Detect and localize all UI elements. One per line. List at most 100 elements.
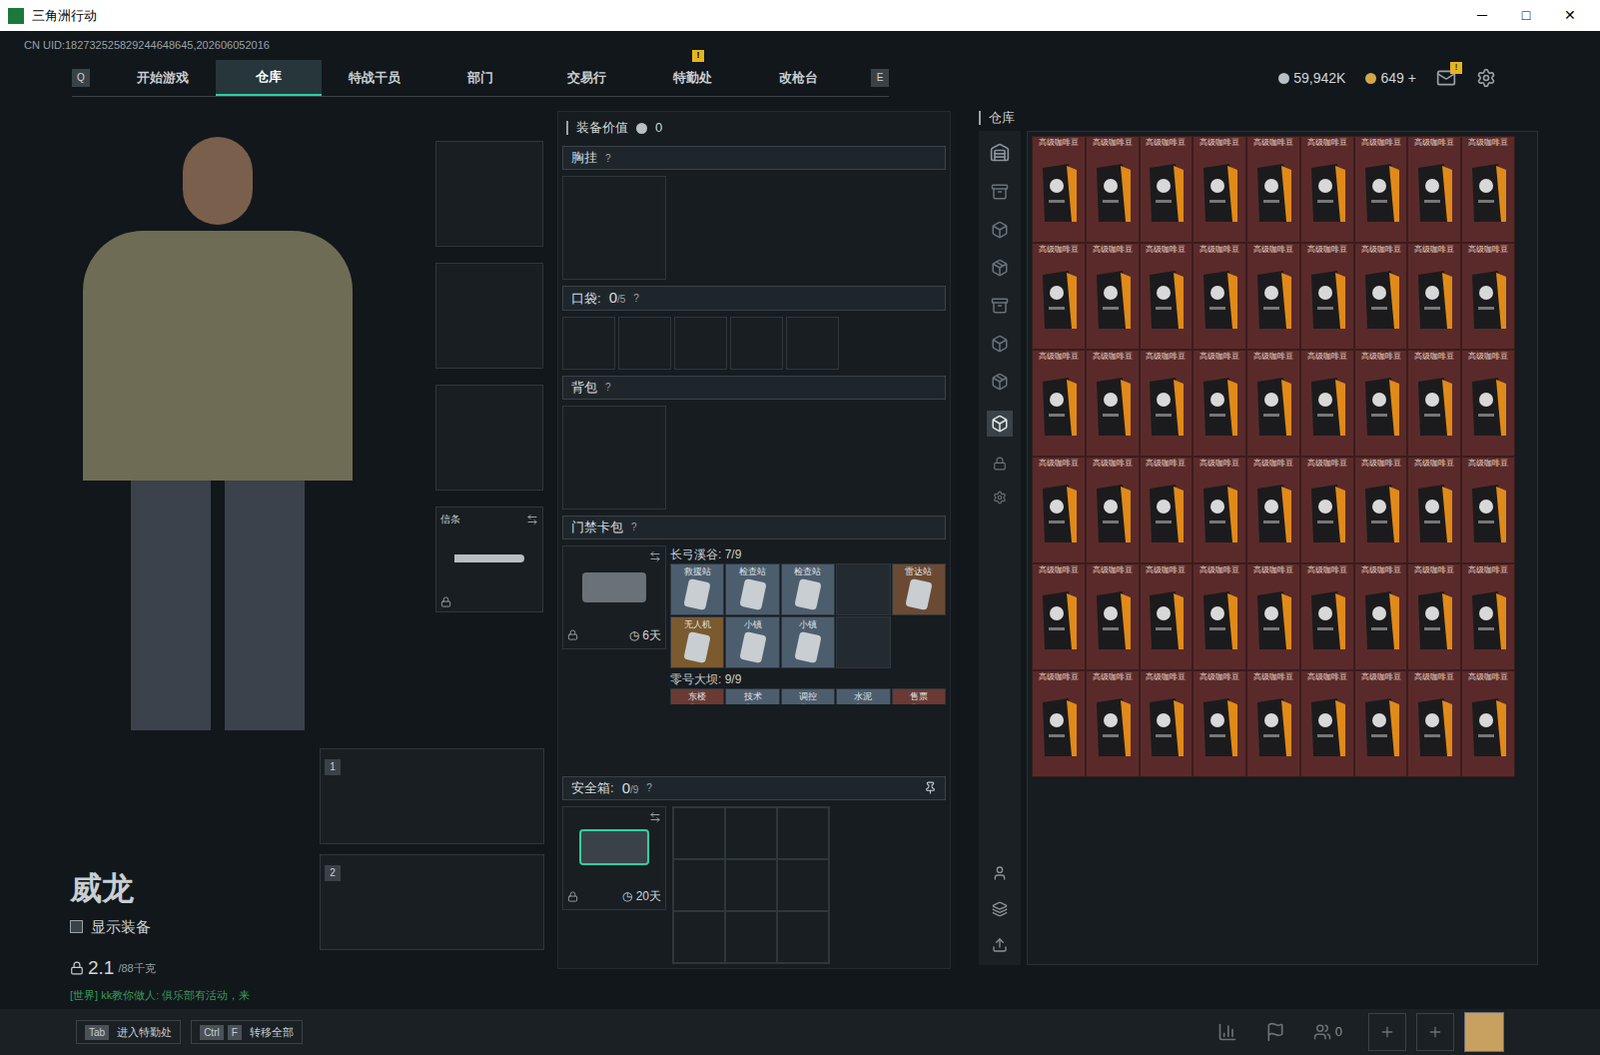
flag-icon[interactable] [1265, 1021, 1286, 1042]
invite-slot[interactable] [1368, 1012, 1407, 1051]
stash-item[interactable]: 高级咖啡豆 [1300, 670, 1355, 778]
nav-tab[interactable]: 开始游戏 [109, 59, 216, 96]
safe-slot[interactable] [673, 910, 726, 963]
stash-item[interactable]: 高级咖啡豆 [1461, 135, 1516, 243]
stash-item[interactable]: 高级咖啡豆 [1300, 349, 1355, 457]
keycard[interactable]: 小镇 [725, 616, 780, 669]
stash-item[interactable]: 高级咖啡豆 [1354, 242, 1409, 350]
keycard[interactable]: 售票 [891, 688, 946, 705]
stash-item[interactable]: 高级咖啡豆 [1407, 563, 1462, 671]
stash-item[interactable]: 高级咖啡豆 [1461, 670, 1516, 778]
archive-icon[interactable] [990, 182, 1009, 201]
keycard[interactable]: 水泥 [835, 688, 890, 705]
keycard[interactable]: 技术 [725, 688, 780, 705]
box-icon[interactable] [990, 334, 1009, 353]
package-icon[interactable] [990, 372, 1009, 391]
stash-item[interactable]: 高级咖啡豆 [1192, 456, 1247, 564]
lock-icon[interactable] [992, 456, 1007, 471]
stash-item[interactable]: 高级咖啡豆 [1139, 563, 1194, 671]
window-control[interactable]: □ [1504, 4, 1549, 26]
safe-slot[interactable] [673, 858, 726, 911]
layers-icon[interactable] [991, 900, 1008, 917]
stash-item[interactable]: 高级咖啡豆 [1461, 563, 1516, 671]
safe-slot[interactable] [725, 910, 778, 963]
safe-slot[interactable] [777, 858, 829, 911]
stash-item[interactable]: 高级咖啡豆 [1192, 349, 1247, 457]
invite-slot[interactable] [1416, 1012, 1455, 1051]
stash-item[interactable]: 高级咖啡豆 [1246, 242, 1301, 350]
hotkey-hint[interactable]: CtrlF转移全部 [190, 1019, 303, 1045]
stash-item[interactable]: 高级咖啡豆 [1407, 135, 1462, 243]
safe-slot[interactable] [777, 806, 829, 859]
keycard[interactable]: 检查站 [781, 563, 835, 616]
hotkey-hint[interactable]: Tab进入特勤处 [75, 1019, 181, 1045]
keycard-case[interactable]: ◷ 6天 [562, 545, 667, 650]
safe-slot[interactable] [725, 806, 778, 859]
primary-weapon-slot[interactable]: 1 [319, 748, 545, 844]
stash-item[interactable]: 高级咖啡豆 [1085, 563, 1140, 671]
stash-item[interactable]: 高级咖啡豆 [1246, 563, 1301, 671]
stash-item[interactable]: 高级咖啡豆 [1139, 242, 1194, 350]
pocket-slot[interactable] [674, 316, 728, 370]
stash-item[interactable]: 高级咖啡豆 [1192, 135, 1247, 243]
stash-item[interactable]: 高级咖啡豆 [1246, 349, 1301, 457]
box-icon[interactable] [990, 220, 1009, 239]
melee-slot[interactable]: 信条 [435, 506, 544, 613]
stash-item[interactable]: 高级咖啡豆 [1354, 670, 1409, 778]
keycard[interactable]: 检查站 [725, 563, 780, 616]
checkbox[interactable] [69, 919, 83, 933]
nav-tab[interactable]: 仓库 [215, 59, 322, 96]
keycard[interactable]: 救援站 [670, 563, 725, 616]
stats-icon[interactable] [1217, 1021, 1238, 1042]
helmet-slot[interactable] [435, 140, 544, 247]
stash-item[interactable]: 高级咖啡豆 [1300, 456, 1355, 564]
swap-icon[interactable] [649, 810, 662, 823]
stash-item[interactable]: 高级咖啡豆 [1354, 563, 1409, 671]
stash-item[interactable]: 高级咖啡豆 [1085, 242, 1140, 350]
stash-item[interactable]: 高级咖啡豆 [1085, 135, 1140, 243]
stash-item[interactable]: 高级咖啡豆 [1407, 456, 1462, 564]
wallet-item[interactable]: 649+ [1365, 67, 1417, 89]
warehouse-icon[interactable] [989, 142, 1010, 163]
show-equipment[interactable]: 显示装备 [69, 915, 320, 939]
swap-icon[interactable] [649, 550, 662, 563]
primary-weapon-slot[interactable]: 2 [319, 853, 545, 950]
stash-item[interactable]: 高级咖啡豆 [1354, 135, 1409, 243]
mail-button[interactable]: ! [1436, 67, 1457, 88]
upload-icon[interactable] [991, 936, 1008, 953]
keycard[interactable]: 调控 [781, 688, 835, 705]
friends[interactable]: 0 [1313, 1021, 1343, 1042]
stash-item[interactable]: 高级咖啡豆 [1031, 670, 1086, 778]
nav-tab[interactable]: 特勤处! [639, 59, 746, 96]
stash-item[interactable]: 高级咖啡豆 [1031, 349, 1086, 457]
stash-item[interactable]: 高级咖啡豆 [1085, 456, 1140, 564]
stash-item[interactable]: 高级咖啡豆 [1407, 242, 1462, 350]
stash-item[interactable]: 高级咖啡豆 [1139, 670, 1194, 778]
stash-item[interactable]: 高级咖啡豆 [1139, 456, 1194, 564]
chest-rig-slot[interactable] [562, 175, 667, 280]
backpack-slot[interactable] [562, 405, 667, 510]
nav-next-key[interactable]: E [870, 68, 889, 87]
keycard[interactable]: 无人机 [670, 616, 725, 669]
window-control[interactable]: ✕ [1548, 4, 1593, 26]
safe-slot[interactable] [673, 806, 726, 859]
wallet-item[interactable]: 59,942K [1278, 67, 1346, 89]
stash-item[interactable]: 高级咖啡豆 [1246, 456, 1301, 564]
settings-icon[interactable] [992, 490, 1007, 505]
pin-icon[interactable] [923, 781, 937, 795]
stash-item[interactable]: 高级咖啡豆 [1246, 670, 1301, 778]
stash-item[interactable]: 高级咖啡豆 [1139, 349, 1194, 457]
safe-slot[interactable] [725, 858, 778, 911]
safe-slot[interactable] [777, 910, 829, 963]
stash-item[interactable]: 高级咖啡豆 [1300, 563, 1355, 671]
stash-item[interactable]: 高级咖啡豆 [1139, 135, 1194, 243]
stash-item[interactable]: 高级咖啡豆 [1246, 135, 1301, 243]
pocket-slot[interactable] [618, 316, 672, 370]
nav-tab[interactable]: 部门 [427, 59, 534, 96]
stash-item[interactable]: 高级咖啡豆 [1031, 563, 1086, 671]
pocket-slot[interactable] [786, 316, 839, 370]
stash-item[interactable]: 高级咖啡豆 [1407, 670, 1462, 778]
stash-item[interactable]: 高级咖啡豆 [1300, 135, 1355, 243]
stash-item[interactable]: 高级咖啡豆 [1031, 456, 1086, 564]
keycard[interactable]: 雷达站 [891, 563, 946, 616]
